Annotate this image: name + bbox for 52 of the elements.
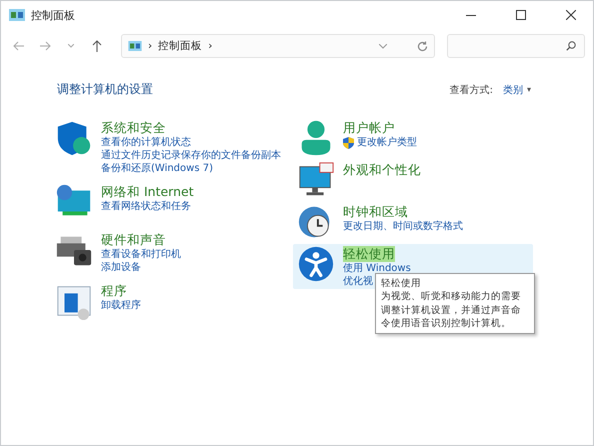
breadcrumb-separator: › [148,40,152,52]
breadcrumb-item[interactable]: 控制面板 [158,39,202,53]
category-item[interactable]: 系统和安全 查看你的计算机状态 通过文件历史记录保存你的文件备份副本 备份和还原(Windows 7) [51,118,293,176]
category-title[interactable]: 轻松使用 [343,246,395,262]
address-bar[interactable]: › 控制面板 › [121,34,435,58]
breadcrumb-separator: › [208,40,212,52]
close-icon [566,10,576,20]
category-title[interactable]: 网络和 Internet [101,184,194,200]
page-heading: 调整计算机的设置 [57,81,153,98]
task-link[interactable]: 查看设备和打印机 [101,248,181,261]
task-link[interactable]: 查看网络状态和任务 [101,200,191,213]
window-title: 控制面板 [31,8,75,22]
accessibility-icon [297,245,335,283]
task-link[interactable]: 查看你的计算机状态 [101,136,191,149]
view-by-dropdown[interactable]: 类别 [502,82,523,96]
category-title[interactable]: 用户帐户 [343,120,395,136]
control-panel-icon [9,9,25,21]
tooltip-title: 轻松使用 [381,277,422,290]
chevron-down-icon[interactable] [379,44,387,48]
category-item[interactable]: 用户帐户 更改帐户类型 [293,118,533,160]
task-link[interactable]: 添加设备 [101,261,141,274]
shield-icon [55,119,93,157]
control-panel-icon [128,41,142,51]
category-item[interactable]: 网络和 Internet 查看网络状态和任务 [51,182,293,224]
tooltip-text: 为视觉、听觉和移动能力的需要调整计算机设置，并通过声音命令使用语音识别控制计算机。 [381,290,522,330]
category-item[interactable]: 程序 卸载程序 [51,281,293,323]
category-item[interactable]: 外观和个性化 [293,160,533,202]
category-title[interactable]: 外观和个性化 [343,162,421,178]
chevron-down-icon [68,44,74,48]
caret-icon[interactable]: ▾ [526,85,531,94]
task-link[interactable]: 更改日期、时间或数字格式 [343,220,463,233]
task-link[interactable]: 使用 Windows [343,262,411,275]
refresh-icon[interactable] [417,40,428,52]
category-title[interactable]: 硬件和声音 [101,232,166,248]
search-field[interactable] [447,34,585,58]
category-title[interactable]: 系统和安全 [101,120,166,136]
category-title[interactable]: 程序 [101,283,127,299]
maximize-icon [516,10,526,20]
task-link[interactable]: 卸载程序 [101,299,141,312]
view-by-label: 查看方式: [450,84,493,96]
task-link[interactable]: 更改帐户类型 [357,136,417,149]
search-icon [566,41,576,51]
category-item[interactable]: 时钟和区域 更改日期、时间或数字格式 [293,202,533,244]
uac-shield-icon [343,136,354,148]
task-link[interactable]: 优化视 [343,275,373,288]
category-item[interactable]: 硬件和声音 查看设备和打印机 添加设备 [51,230,293,275]
up-arrow-icon [92,40,102,52]
forward-arrow-icon [39,41,51,51]
task-link[interactable]: 备份和还原(Windows 7) [101,162,213,175]
task-link[interactable]: 通过文件历史记录保存你的文件备份副本 [101,149,281,162]
category-title[interactable]: 时钟和区域 [343,204,408,220]
back-arrow-icon [13,41,25,51]
